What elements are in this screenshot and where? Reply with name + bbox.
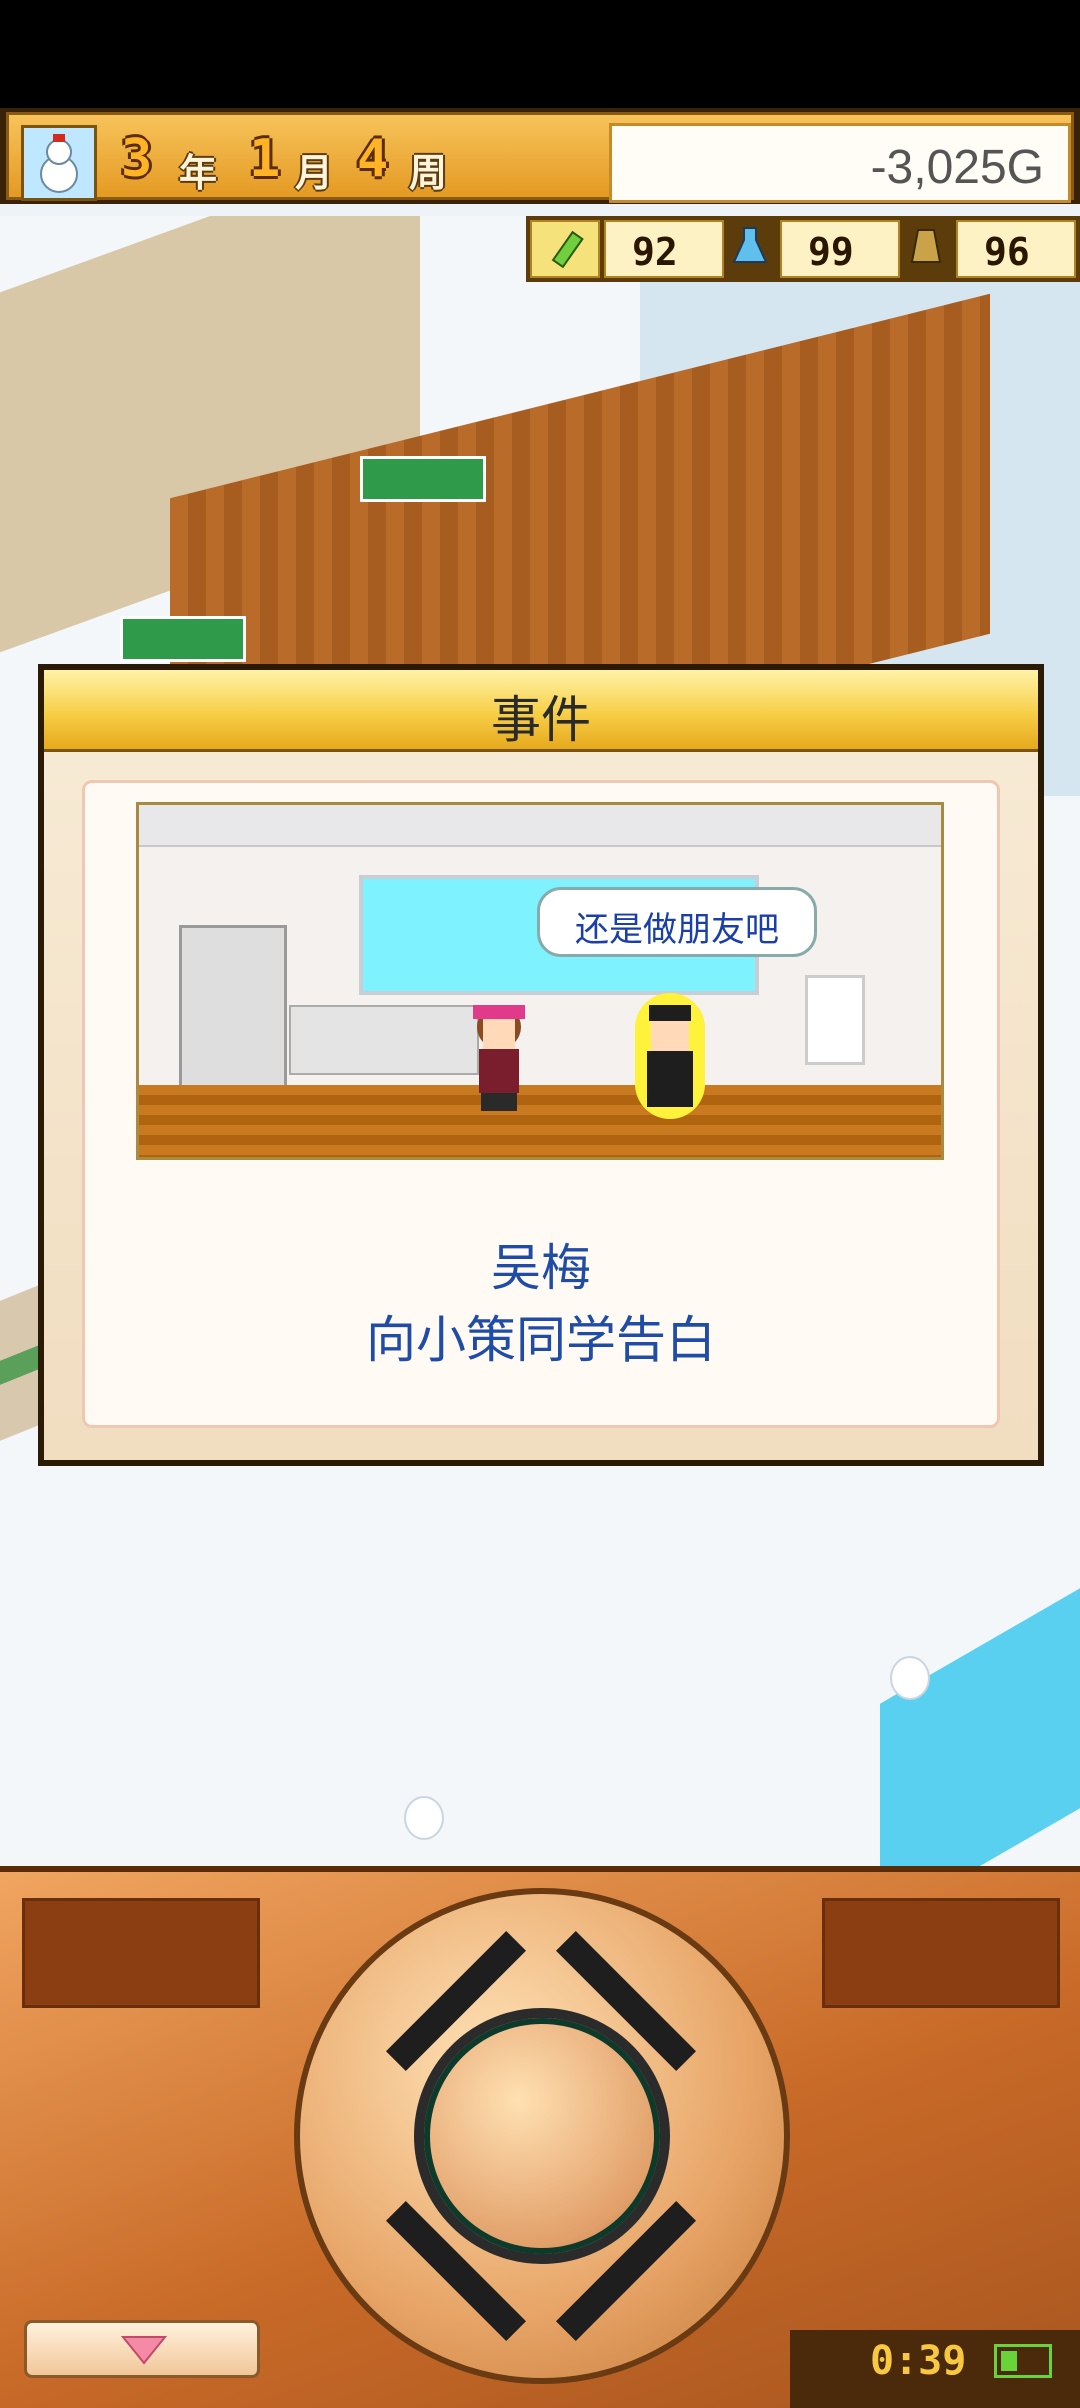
- event-character-name: 吴梅: [491, 1239, 591, 1297]
- classroom-sign-2-1: [120, 616, 246, 662]
- shoe-lockers: [289, 1005, 479, 1075]
- sport-value: 96: [984, 230, 1030, 274]
- pool-water: [880, 1588, 1080, 1866]
- dialog-header: 事件: [44, 670, 1038, 752]
- money-value: -3,025G: [870, 141, 1044, 194]
- snowman-icon: [890, 1656, 930, 1700]
- battery-icon: [994, 2344, 1052, 2378]
- year-value: 3: [121, 129, 153, 189]
- dialog-title: 事件: [491, 691, 591, 749]
- hallway-floor: [139, 1085, 941, 1157]
- speech-bubble: 还是做朋友吧: [537, 887, 817, 957]
- event-description: 向小策同学告白: [366, 1311, 716, 1369]
- triangle-down-icon: [120, 2336, 168, 2365]
- month-value: 1: [249, 129, 281, 189]
- week-unit: 周: [409, 151, 448, 195]
- month-unit: 月: [295, 151, 334, 195]
- ceiling: [139, 805, 941, 847]
- clock-value: 0:39: [870, 2338, 967, 2384]
- menu-toggle-button[interactable]: [24, 2320, 260, 2378]
- snowman-icon[interactable]: [21, 125, 97, 201]
- status-bar: [0, 0, 1080, 108]
- science-value: 99: [808, 230, 854, 274]
- study-value: 92: [632, 230, 678, 274]
- stats-bar: 92 99 96: [526, 216, 1080, 282]
- right-slot-button[interactable]: [822, 1898, 1060, 2008]
- event-scene: 还是做朋友吧: [136, 802, 944, 1160]
- first-aid-cabinet: [805, 975, 865, 1065]
- door: [179, 925, 287, 1095]
- flask-icon: [732, 227, 768, 263]
- left-slot-button[interactable]: [22, 1898, 260, 2008]
- girl-character: [469, 1005, 529, 1115]
- year-unit: 年: [179, 151, 218, 195]
- money-display: -3,025G: [609, 123, 1071, 203]
- top-hud: 3 年 1 月 4 周 -3,025G: [0, 108, 1080, 204]
- classroom-sign-2-2: [360, 456, 486, 502]
- weight-icon: [910, 229, 942, 263]
- pencil-icon: [551, 230, 584, 269]
- dpad-center-button[interactable]: [414, 2008, 670, 2264]
- snowman-icon: [404, 1796, 444, 1840]
- speech-text: 还是做朋友吧: [575, 910, 779, 950]
- week-value: 4: [357, 129, 389, 189]
- boy-character: [635, 993, 705, 1119]
